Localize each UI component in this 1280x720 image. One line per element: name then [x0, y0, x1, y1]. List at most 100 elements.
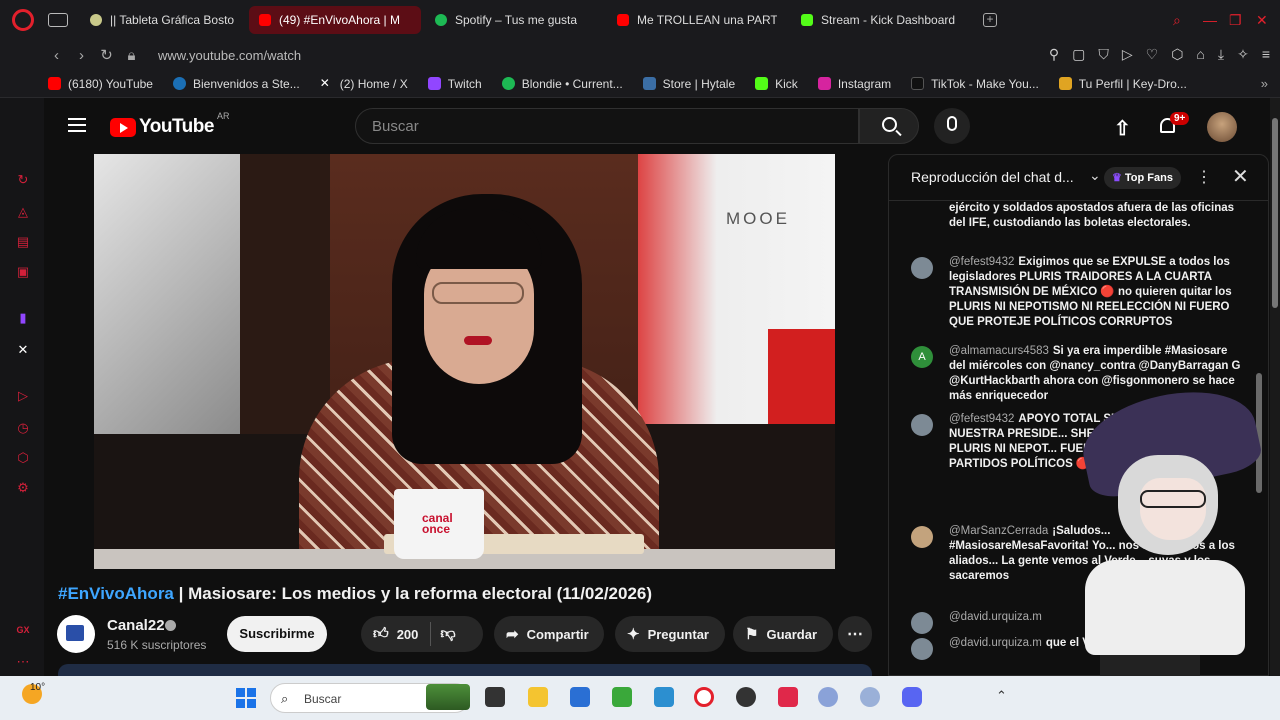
dislike-icon[interactable]: 👎︎	[440, 625, 455, 643]
channel-avatar[interactable]	[57, 615, 95, 653]
avatar[interactable]	[911, 638, 933, 660]
minecraft-icon[interactable]	[612, 687, 632, 707]
tab-spotify[interactable]: Spotify – Tus me gusta	[425, 6, 603, 34]
bookmark-steam[interactable]: Bienvenidos a Ste...	[172, 77, 300, 91]
page-scrollbar[interactable]	[1270, 98, 1280, 676]
video-player[interactable]: MOOE canal once	[94, 154, 835, 569]
search-button[interactable]	[859, 108, 919, 144]
x-icon[interactable]: ✕	[15, 342, 31, 358]
top-fans-button[interactable]: ♛ Top Fans	[1104, 167, 1181, 189]
more-icon[interactable]: ⋯	[15, 654, 31, 670]
hamburger-menu-icon[interactable]	[68, 118, 86, 132]
bookmark-keydrop[interactable]: Tu Perfil | Key-Dro...	[1058, 77, 1187, 91]
extensions-icon[interactable]: ⬡	[15, 450, 31, 466]
download-icon[interactable]: ⤓	[1218, 46, 1224, 63]
forward-icon[interactable]: ›	[69, 47, 94, 64]
windows-start-icon[interactable]	[236, 688, 256, 708]
messenger-icon[interactable]: ▣	[15, 264, 31, 280]
bookmark-instagram[interactable]: Instagram	[817, 77, 891, 91]
app-icon[interactable]	[860, 687, 880, 707]
chevron-down-icon[interactable]: ⌄	[1089, 167, 1101, 184]
message-author[interactable]: @fefest9432	[949, 256, 1014, 268]
scrollbar-thumb[interactable]	[1272, 118, 1278, 308]
more-vert-icon[interactable]: ⋮	[1196, 167, 1212, 187]
reload-icon[interactable]: ↻	[94, 46, 119, 64]
back-icon[interactable]: ‹	[44, 47, 69, 64]
bookmark-spotify[interactable]: Blondie • Current...	[501, 77, 623, 91]
like-icon[interactable]: 👍︎	[373, 625, 389, 643]
history-icon[interactable]: ↻	[15, 172, 31, 188]
maximize-icon[interactable]: ❐	[1229, 12, 1242, 29]
search-input[interactable]	[356, 109, 858, 143]
avatar[interactable]	[911, 526, 933, 548]
hashtag-link[interactable]: #EnVivoAhora	[58, 584, 174, 603]
voice-search-button[interactable]	[934, 108, 970, 144]
aria-icon[interactable]: ◬	[15, 204, 31, 220]
message-author[interactable]: @fefest9432	[949, 413, 1014, 425]
avatar[interactable]	[911, 257, 933, 279]
url-field[interactable]: www.youtube.com/watch	[158, 48, 301, 63]
bookmark-twitch[interactable]: Twitch	[427, 77, 482, 91]
more-actions-button[interactable]: ⋯	[838, 616, 872, 652]
avatar[interactable]: A	[911, 346, 933, 368]
tab-youtube-active[interactable]: (49) #EnVivoAhora | M	[249, 6, 421, 34]
close-window-icon[interactable]: ✕	[1256, 12, 1268, 29]
pin-icon[interactable]: ⚲	[1049, 46, 1059, 63]
bookmarks-overflow-icon[interactable]: »	[1261, 76, 1268, 91]
opera-logo-icon[interactable]	[12, 9, 34, 31]
ai-icon[interactable]: ✧	[1237, 46, 1249, 63]
youtube-logo[interactable]: YouTube AR	[110, 111, 229, 138]
clock-icon[interactable]: ◷	[15, 420, 31, 436]
photos-icon[interactable]	[654, 687, 674, 707]
avatar[interactable]	[911, 612, 933, 634]
share-button[interactable]: ➦ Compartir	[494, 616, 604, 652]
task-view-icon[interactable]	[485, 687, 505, 707]
bookmark-kick[interactable]: Kick	[755, 77, 798, 91]
gx-corner-icon[interactable]: ▤	[15, 234, 31, 250]
obs-icon[interactable]	[736, 687, 756, 707]
search-highlight-image[interactable]	[426, 684, 470, 710]
shield-icon[interactable]: ⛉	[1098, 46, 1109, 63]
tiktok-live-icon[interactable]	[778, 687, 798, 707]
bookmark-tiktok[interactable]: TikTok - Make You...	[911, 77, 1039, 91]
bookmark-hytale[interactable]: Store | Hytale	[642, 77, 735, 91]
play-icon[interactable]: ▷	[1122, 46, 1133, 63]
search-tabs-icon[interactable]: ⌕	[1173, 12, 1181, 29]
extensions-icon[interactable]: ⬡	[1171, 46, 1183, 63]
message-author[interactable]: @MarSanzCerrada	[949, 525, 1048, 537]
message-author[interactable]: @almamacurs4583	[949, 345, 1049, 357]
upload-icon[interactable]: ⇧	[1114, 116, 1131, 141]
like-count[interactable]: 200	[397, 627, 419, 642]
discord-icon[interactable]	[902, 687, 922, 707]
heart-icon[interactable]: ♡	[1146, 46, 1159, 63]
subscribe-button[interactable]: Suscribirme	[227, 616, 327, 652]
message-author[interactable]: @david.urquiza.m	[949, 611, 1042, 623]
avatar[interactable]	[911, 414, 933, 436]
bookmark-youtube[interactable]: (6180) YouTube	[48, 77, 153, 91]
wallet-icon[interactable]: ⌂	[1196, 46, 1204, 63]
settings-icon[interactable]: ⚙	[15, 480, 31, 496]
gx-icon[interactable]: GX	[15, 622, 31, 638]
channel-name[interactable]: Canal22	[107, 617, 165, 634]
tab-tableta[interactable]: || Tableta Gráfica Bosto 12	[80, 6, 245, 34]
minimize-icon[interactable]: —	[1203, 12, 1217, 28]
chevron-up-icon[interactable]: ⌃	[996, 688, 1007, 704]
twitch-icon[interactable]: ▮	[15, 310, 31, 326]
store-icon[interactable]	[570, 687, 590, 707]
description-box[interactable]	[58, 664, 872, 676]
tab-overview-icon[interactable]	[48, 13, 68, 27]
player-icon[interactable]: ▷	[15, 388, 31, 404]
bookmark-x[interactable]: ✕ (2) Home / X	[320, 77, 408, 91]
tab-trollean[interactable]: Me TROLLEAN una PARTI	[607, 6, 787, 34]
menu-icon[interactable]: ≡	[1262, 46, 1270, 63]
opera-gx-icon[interactable]	[694, 687, 714, 707]
snapshot-icon[interactable]: ▢	[1072, 46, 1085, 63]
app-icon[interactable]	[818, 687, 838, 707]
save-button[interactable]: ⚑ Guardar	[733, 616, 833, 652]
ask-button[interactable]: ✦ Preguntar	[615, 616, 725, 652]
avatar[interactable]	[1207, 112, 1237, 142]
close-icon[interactable]: ✕	[1232, 164, 1249, 189]
tab-kick[interactable]: Stream - Kick Dashboard	[791, 6, 971, 34]
file-explorer-icon[interactable]	[528, 687, 548, 707]
new-tab-icon[interactable]: +	[983, 13, 997, 27]
